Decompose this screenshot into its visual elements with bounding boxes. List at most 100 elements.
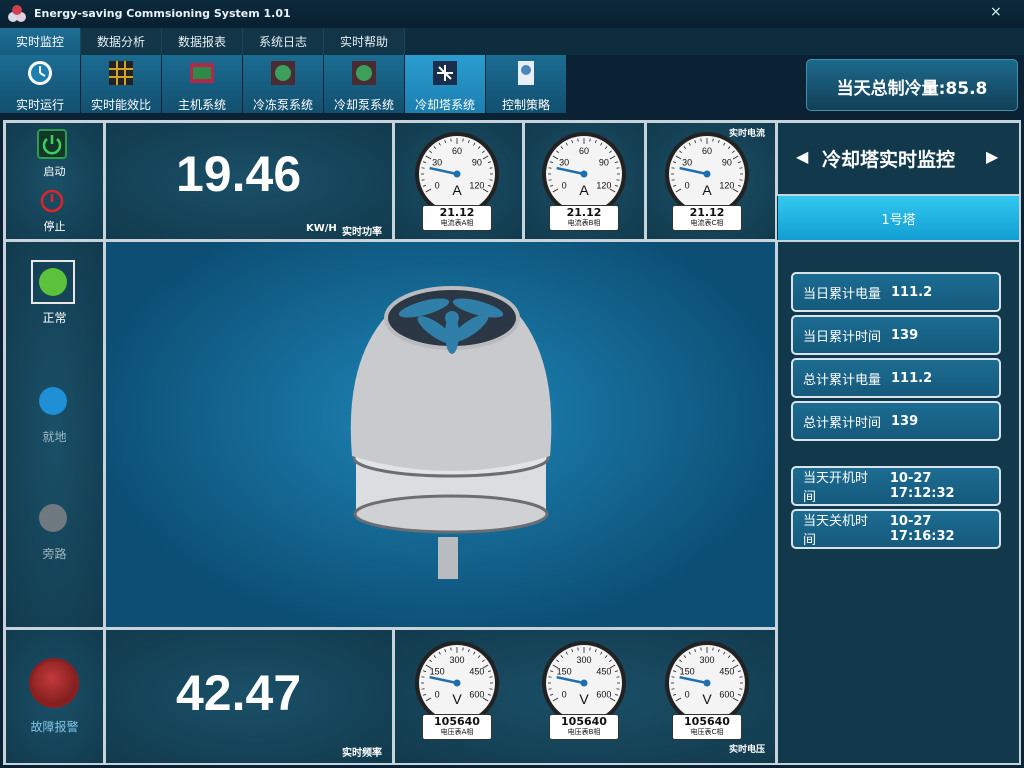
- status-panel: 正常 就地 旁路: [4, 240, 105, 629]
- voltage-a-readout: 105640 电压表A相: [422, 714, 492, 740]
- status-local-lamp: [39, 387, 67, 415]
- menu-data-report[interactable]: 数据报表: [162, 28, 243, 55]
- tick-label: 30: [559, 158, 569, 168]
- stat-label: 当日累计电量: [803, 286, 882, 302]
- pump-icon: [352, 61, 376, 85]
- tool-label: 实时能效比: [90, 98, 151, 112]
- readout-name: 电流表B相: [567, 219, 601, 227]
- current-a-readout: 21.12 电流表A相: [422, 205, 492, 231]
- tool-cooling-pump[interactable]: 冷却泵系统: [324, 55, 405, 113]
- tick-label: 300: [576, 655, 591, 665]
- tick-label: 300: [449, 655, 464, 665]
- voltage-c-gauge: 0 150 300 450 600 V 105640 电压表C相: [662, 638, 752, 740]
- tick-label: 450: [596, 667, 611, 677]
- control-panel: 启动 停止: [4, 121, 105, 241]
- voltage-b-readout: 105640 电压表B相: [549, 714, 619, 740]
- status-bypass-label: 旁路: [42, 547, 67, 561]
- tick-label: 120: [719, 181, 734, 191]
- gauge-unit: A: [452, 182, 462, 198]
- tick-label: 60: [452, 146, 462, 156]
- stat-total-energy: 总计累计电量 111.2: [791, 358, 1001, 398]
- stat-total-time: 总计累计时间 139: [791, 401, 1001, 441]
- voltage-c-readout: 105640 电压表C相: [672, 714, 742, 740]
- tick-label: 450: [469, 667, 484, 677]
- readout-value: 21.12: [566, 206, 602, 219]
- frequency-label: 实时频率: [342, 748, 382, 759]
- tick-label: 450: [719, 667, 734, 677]
- current-a-dial: 0 30 60 90 120 A: [415, 132, 499, 216]
- tool-control-strategy[interactable]: 控制策略: [486, 55, 567, 113]
- tick-label: 120: [596, 181, 611, 191]
- voltage-title: 实时电压: [729, 745, 766, 755]
- alarm-lamp: [29, 658, 79, 708]
- stat-label: 总计累计时间: [803, 415, 882, 431]
- grid-icon: [109, 61, 133, 85]
- tick-label: 0: [562, 690, 567, 700]
- tower-tab[interactable]: 1号塔: [778, 196, 1019, 240]
- tick-label: 90: [472, 158, 482, 168]
- readout-name: 电流表A相: [440, 219, 474, 227]
- current-a-gauge: 0 30 60 90 120 A 21.12 电流表A相: [412, 129, 502, 231]
- close-icon[interactable]: ×: [990, 4, 1002, 20]
- power-unit: KW/H: [306, 223, 337, 234]
- tick-label: 0: [435, 181, 440, 191]
- stat-label: 当天开机时间: [803, 471, 869, 505]
- tick-label: 0: [435, 690, 440, 700]
- frequency-value: 42.47: [176, 665, 302, 721]
- tool-host-system[interactable]: 主机系统: [162, 55, 243, 113]
- tool-label: 主机系统: [177, 98, 226, 112]
- tick-label: 120: [469, 181, 484, 191]
- next-arrow-icon[interactable]: ▶: [986, 147, 998, 166]
- stat-value: 139: [891, 413, 919, 429]
- stat-value: 10-27 17:12:32: [889, 471, 955, 501]
- voltage-b-gauge: 0 150 300 450 600 V 105640 电压表B相: [539, 638, 629, 740]
- tool-chilled-pump[interactable]: 冷冻泵系统: [243, 55, 324, 113]
- prev-arrow-icon[interactable]: ◀: [796, 147, 808, 166]
- menu-help[interactable]: 实时帮助: [324, 28, 405, 55]
- current-b-dial: 0 30 60 90 120 A: [542, 132, 626, 216]
- tick-label: 150: [430, 667, 445, 677]
- tool-label: 冷却塔系统: [414, 98, 475, 112]
- tick-label: 0: [685, 181, 690, 191]
- stat-daily-energy: 当日累计电量 111.2: [791, 272, 1001, 312]
- readout-value: 105640: [561, 715, 607, 728]
- tool-realtime-cop[interactable]: 实时能效比: [81, 55, 162, 113]
- status-bypass-lamp: [39, 504, 67, 532]
- stat-label: 当日累计时间: [803, 329, 882, 345]
- readout-name: 电流表C相: [690, 219, 724, 227]
- status-local-label: 就地: [42, 430, 67, 444]
- stat-label: 当天关机时间: [803, 514, 869, 548]
- start-button[interactable]: [37, 129, 67, 159]
- tick-label: 600: [719, 690, 734, 700]
- tool-label: 冷却泵系统: [333, 98, 394, 112]
- menu-realtime-monitor[interactable]: 实时监控: [0, 28, 81, 55]
- toolbar: 实时运行 实时能效比 主机系统 冷冻泵系统 冷却泵系统 冷却塔系统 控制策略: [0, 55, 568, 113]
- daily-cooling-value: 当天总制冷量:85.8: [836, 79, 988, 99]
- tick-label: 60: [702, 146, 712, 156]
- start-label: 启动: [43, 165, 66, 178]
- window-title: Energy-saving Commsioning System 1.01: [34, 7, 291, 20]
- stop-button[interactable]: [39, 188, 65, 214]
- tick-label: 30: [432, 158, 442, 168]
- tick-label: 0: [562, 181, 567, 191]
- menu-data-analysis[interactable]: 数据分析: [81, 28, 162, 55]
- current-c-dial: 0 30 60 90 120 A: [665, 132, 749, 216]
- tool-label: 控制策略: [501, 98, 550, 112]
- tick-label: 90: [722, 158, 732, 168]
- tick-label: 600: [469, 690, 484, 700]
- power-panel: 19.46 KW/H 实时功率: [104, 121, 394, 241]
- daily-cooling-box: 当天总制冷量:85.8: [806, 59, 1018, 111]
- menu-system-log[interactable]: 系统日志: [243, 28, 324, 55]
- tool-cooling-tower[interactable]: 冷却塔系统: [405, 55, 486, 113]
- tick-label: 300: [699, 655, 714, 665]
- tool-realtime-run[interactable]: 实时运行: [0, 55, 81, 113]
- current-b-readout: 21.12 电流表B相: [549, 205, 619, 231]
- tick-label: 0: [685, 690, 690, 700]
- tick-label: 90: [599, 158, 609, 168]
- gauge-unit: V: [452, 691, 462, 707]
- app-logo-icon: [8, 5, 26, 22]
- cooling-tower-image: [350, 286, 552, 579]
- stat-stop-time: 当天关机时间 10-27 17:16:32: [791, 509, 1001, 549]
- chiller-icon: [190, 63, 214, 83]
- alarm-label: 故障报警: [30, 720, 79, 734]
